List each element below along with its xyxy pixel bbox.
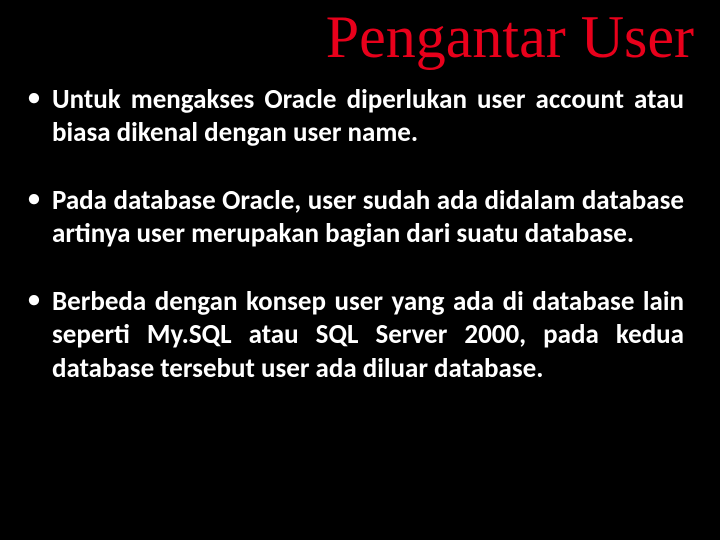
list-item: Pada database Oracle, user sudah ada did…	[52, 184, 684, 251]
slide-title: Pengantar User	[24, 6, 696, 69]
list-item: Untuk mengakses Oracle diperlukan user a…	[52, 83, 684, 150]
bullet-list: Untuk mengakses Oracle diperlukan user a…	[24, 83, 696, 385]
list-item: Berbeda dengan konsep user yang ada di d…	[52, 285, 684, 385]
slide: Pengantar User Untuk mengakses Oracle di…	[0, 0, 720, 540]
